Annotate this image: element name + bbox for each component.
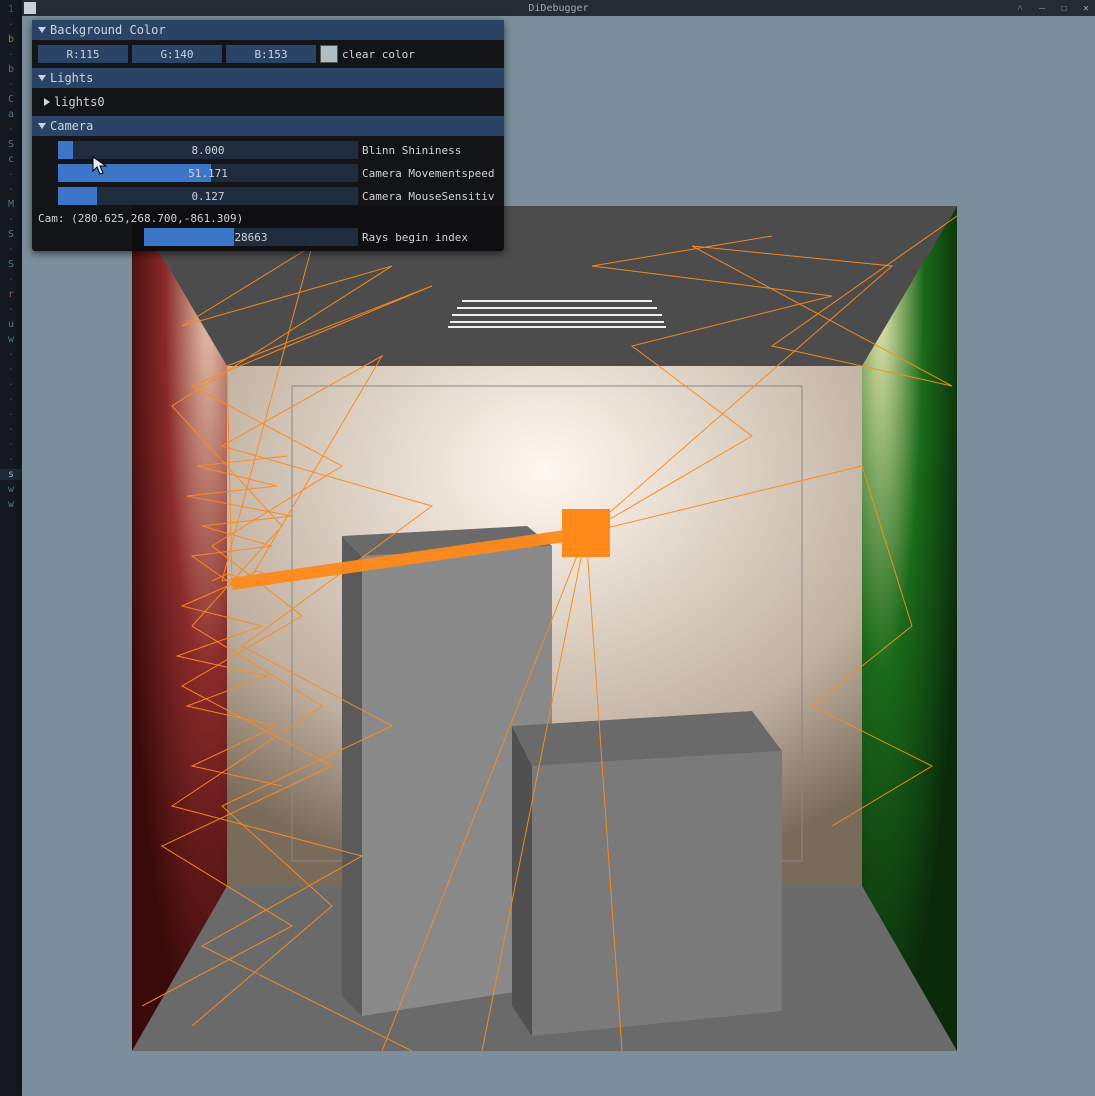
chevron-right-icon: [44, 98, 50, 106]
drag-r[interactable]: R:115: [38, 45, 128, 63]
close-icon[interactable]: ✕: [1079, 1, 1093, 15]
slider-camera-movementspeed[interactable]: 51.171: [58, 164, 358, 182]
clear-color-label: clear color: [342, 48, 498, 61]
debug-panel[interactable]: Background Color R:115 G:140 B:153 clear…: [32, 20, 504, 251]
left-gutter: 1-b-b- Ca-Sc --M-S- S-r-u w------ --s ww: [0, 0, 22, 1096]
drag-g[interactable]: G:140: [132, 45, 222, 63]
minimize-icon[interactable]: –: [1035, 1, 1049, 15]
section-lights[interactable]: Lights: [32, 68, 504, 88]
tree-item-lights0[interactable]: lights0: [38, 92, 498, 112]
window-title: DiDebugger: [528, 3, 588, 14]
window-up-icon[interactable]: ˄: [1013, 1, 1027, 15]
slider-label: Camera MouseSensitiv: [362, 190, 498, 203]
color-swatch[interactable]: [320, 45, 338, 63]
titlebar[interactable]: DiDebugger ˄ – ☐ ✕: [22, 0, 1095, 16]
drag-b[interactable]: B:153: [226, 45, 316, 63]
slider-blinn-shininess[interactable]: 8.000: [58, 141, 358, 159]
slider-camera-mousesensitivity[interactable]: 0.127: [58, 187, 358, 205]
section-camera[interactable]: Camera: [32, 116, 504, 136]
slider-label: Camera Movementspeed: [362, 167, 498, 180]
section-title: Camera: [50, 119, 93, 133]
maximize-icon[interactable]: ☐: [1057, 1, 1071, 15]
chevron-down-icon: [38, 27, 46, 33]
app-icon: [24, 2, 36, 14]
tree-item-label: lights0: [54, 95, 105, 109]
scene-render: [132, 206, 957, 1051]
viewport[interactable]: Background Color R:115 G:140 B:153 clear…: [22, 16, 1095, 1096]
slider-label: Rays begin index: [362, 231, 498, 244]
camera-coords: Cam: (280.625,268.700,-861.309): [32, 210, 504, 227]
app-window: DiDebugger ˄ – ☐ ✕: [22, 0, 1095, 1096]
chevron-down-icon: [38, 75, 46, 81]
section-title: Lights: [50, 71, 93, 85]
slider-rays-begin-index[interactable]: 28663: [144, 228, 358, 246]
slider-label: Blinn Shininess: [362, 144, 498, 157]
section-background-color[interactable]: Background Color: [32, 20, 504, 40]
chevron-down-icon: [38, 123, 46, 129]
section-title: Background Color: [50, 23, 166, 37]
